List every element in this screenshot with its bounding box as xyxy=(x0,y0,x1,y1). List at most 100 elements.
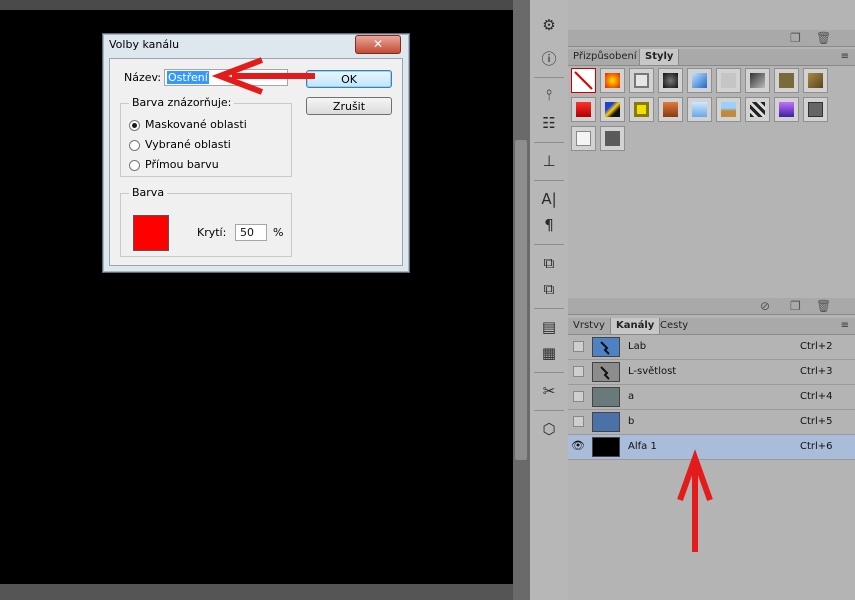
channel-row-a[interactable]: a Ctrl+4 xyxy=(568,385,855,410)
ok-button[interactable]: OK xyxy=(306,70,392,88)
panel-menu-icon[interactable]: ≡ xyxy=(841,320,849,331)
dialog-body: Název: Ostření OK Zrušit Barva znázorňuj… xyxy=(109,58,403,266)
visibility-toggle[interactable] xyxy=(573,341,584,352)
style-swatch[interactable] xyxy=(774,97,799,122)
channel-thumbnail xyxy=(592,412,620,432)
eye-icon[interactable]: 👁 xyxy=(571,440,585,452)
channel-shortcut: Ctrl+5 xyxy=(800,416,833,427)
channels-panel-tabbar: Vrstvy Kanály Cesty ≡ xyxy=(568,318,855,335)
style-swatch[interactable] xyxy=(687,97,712,122)
visibility-toggle[interactable] xyxy=(573,391,584,402)
radio-selected-areas[interactable] xyxy=(129,140,140,151)
tab-channels[interactable]: Kanály xyxy=(610,318,661,334)
channel-name: L-světlost xyxy=(628,366,677,377)
close-icon[interactable]: ✕ xyxy=(355,35,401,54)
tab-layers[interactable]: Vrstvy xyxy=(568,318,610,334)
color-group: Barva Krytí: 50 % xyxy=(120,186,292,257)
style-swatch[interactable] xyxy=(629,97,654,122)
brush-icon[interactable]: ☷ xyxy=(537,112,561,134)
character-icon[interactable]: A| xyxy=(537,188,561,210)
new-style-icon[interactable]: ❐ xyxy=(790,299,801,313)
radio-label: Vybrané oblasti xyxy=(145,138,231,151)
name-input-value: Ostření xyxy=(167,71,209,84)
style-swatch[interactable] xyxy=(745,97,770,122)
style-swatch[interactable] xyxy=(745,68,770,93)
style-swatch[interactable] xyxy=(629,68,654,93)
channel-row-alpha-1[interactable]: 👁 Alfa 1 Ctrl+6 xyxy=(568,435,855,460)
panel-menu-icon[interactable]: ≡ xyxy=(841,51,849,62)
channel-shortcut: Ctrl+3 xyxy=(800,366,833,377)
scrollbar-thumb[interactable] xyxy=(515,140,527,460)
channel-name: Lab xyxy=(628,341,647,352)
style-swatch[interactable] xyxy=(600,126,625,151)
visibility-toggle[interactable] xyxy=(573,416,584,427)
color-swatch[interactable] xyxy=(133,215,169,251)
style-swatch[interactable] xyxy=(716,68,741,93)
style-swatch[interactable] xyxy=(571,97,596,122)
style-swatch[interactable] xyxy=(687,68,712,93)
style-swatch[interactable] xyxy=(803,68,828,93)
clear-style-icon[interactable]: ⊘ xyxy=(760,299,770,313)
channel-row-b[interactable]: b Ctrl+5 xyxy=(568,410,855,435)
clone-source-icon[interactable]: ⊥ xyxy=(537,150,561,172)
style-none[interactable] xyxy=(571,68,596,93)
paragraph-styles-icon[interactable]: ⧉ xyxy=(537,278,561,300)
trash-icon[interactable]: 🗑 xyxy=(816,31,831,45)
3d-icon[interactable]: ⬡ xyxy=(537,418,561,440)
tab-paths[interactable]: Cesty xyxy=(655,318,693,334)
tool-separator xyxy=(534,410,564,411)
paragraph-icon[interactable]: ¶ xyxy=(537,214,561,236)
tool-separator xyxy=(534,142,564,143)
style-swatch[interactable] xyxy=(600,97,625,122)
panel-tool-strip: ⚙ ⓘ ⫯ ☷ ⊥ A| ¶ ⧉ ⧉ ▤ ▦ ✂ ⬡ xyxy=(529,0,569,600)
cancel-button[interactable]: Zrušit xyxy=(306,97,392,115)
group-title: Barva znázorňuje: xyxy=(129,96,235,109)
tab-adjustments[interactable]: Přizpůsobení xyxy=(568,49,642,65)
style-swatch[interactable] xyxy=(658,97,683,122)
radio-label: Přímou barvu xyxy=(145,158,219,171)
tool-separator xyxy=(534,77,564,78)
style-swatch[interactable] xyxy=(571,126,596,151)
layer-comps-icon[interactable]: ▤ xyxy=(537,316,561,338)
radio-masked-areas[interactable] xyxy=(129,120,140,131)
new-item-icon[interactable]: ❐ xyxy=(790,31,801,45)
tab-styles[interactable]: Styly xyxy=(639,49,680,65)
brush-presets-icon[interactable]: ⫯ xyxy=(537,84,561,106)
channel-row-lightness[interactable]: L-světlost Ctrl+3 xyxy=(568,360,855,385)
tool-presets-icon[interactable]: ✂ xyxy=(537,380,561,402)
style-swatch[interactable] xyxy=(658,68,683,93)
trash-icon[interactable]: 🗑 xyxy=(816,299,831,313)
channel-shortcut: Ctrl+4 xyxy=(800,391,833,402)
visibility-toggle[interactable] xyxy=(573,366,584,377)
right-panel-dock: ❐ 🗑 Přizpůsobení Styly ≡ ⊘ ❐ 🗑 Vrstvy Ka… xyxy=(568,0,855,600)
style-swatch[interactable] xyxy=(803,97,828,122)
style-swatch[interactable] xyxy=(716,97,741,122)
radio-spot-color[interactable] xyxy=(129,160,140,171)
channel-options-dialog: Volby kanálu ✕ Název: Ostření OK Zrušit … xyxy=(102,33,410,273)
channel-row-lab[interactable]: Lab Ctrl+2 xyxy=(568,335,855,360)
info-icon[interactable]: ⓘ xyxy=(537,47,561,69)
styles-panel-tabbar: Přizpůsobení Styly ≡ xyxy=(568,49,855,66)
style-swatch[interactable] xyxy=(600,68,625,93)
channel-thumbnail xyxy=(592,337,620,357)
tool-separator xyxy=(534,372,564,373)
channel-thumbnail xyxy=(592,437,620,457)
channel-name: b xyxy=(628,416,635,427)
character-styles-icon[interactable]: ⧉ xyxy=(537,252,561,274)
name-input[interactable]: Ostření xyxy=(164,69,288,86)
color-indicates-group: Barva znázorňuje: Maskované oblasti Vybr… xyxy=(120,96,292,177)
styles-panel-footer: ⊘ ❐ 🗑 xyxy=(568,298,855,315)
style-swatch[interactable] xyxy=(774,68,799,93)
channel-shortcut: Ctrl+6 xyxy=(800,441,833,452)
tool-separator xyxy=(534,308,564,309)
opacity-input[interactable]: 50 xyxy=(235,224,267,241)
channel-name: Alfa 1 xyxy=(628,441,657,452)
document-top-bar xyxy=(0,0,513,10)
history-icon[interactable]: ⚙ xyxy=(537,14,561,36)
name-label: Název: xyxy=(124,71,162,84)
notes-icon[interactable]: ▦ xyxy=(537,342,561,364)
dialog-titlebar[interactable]: Volby kanálu ✕ xyxy=(103,34,409,56)
opacity-unit: % xyxy=(273,226,284,239)
tool-separator xyxy=(534,244,564,245)
no-style-icon xyxy=(574,71,593,90)
